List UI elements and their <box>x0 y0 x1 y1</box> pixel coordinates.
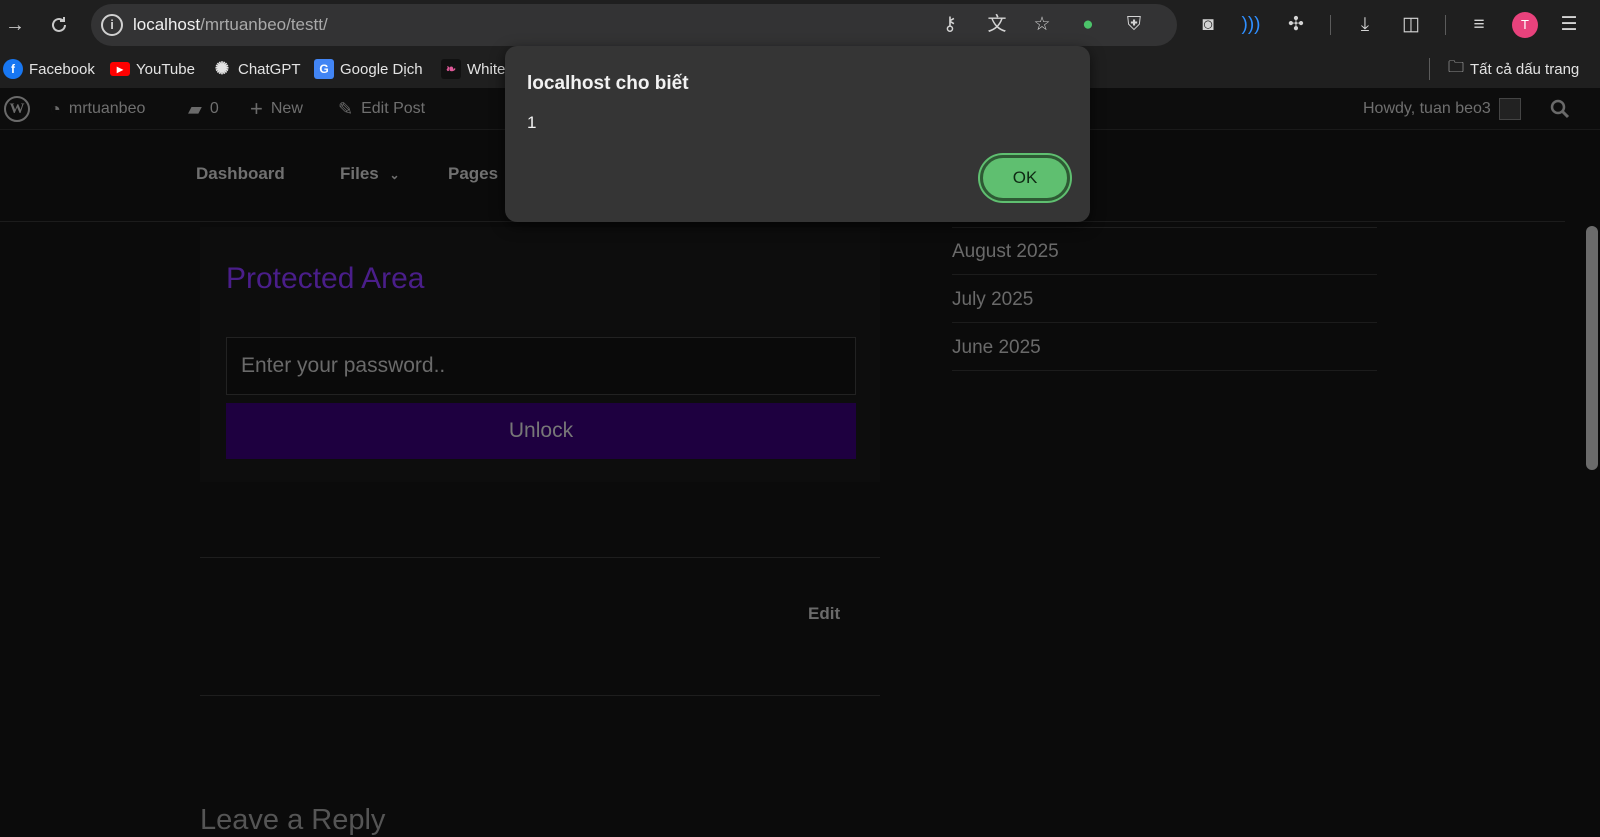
password-input[interactable] <box>226 337 856 395</box>
wp-logo-menu[interactable]: W <box>4 88 30 130</box>
unlock-button[interactable]: Unlock <box>226 403 856 459</box>
site-name-label: mrtuanbeo <box>68 100 146 117</box>
edit-post-link[interactable]: ✎ Edit Post <box>338 88 425 130</box>
dialog-message: 1 <box>527 113 537 132</box>
bookmark-google-dich[interactable]: G Google Dịch <box>314 56 423 82</box>
reload-icon[interactable] <box>44 10 74 40</box>
page-content: Protected Area Unlock Edit Leave a Reply… <box>0 222 1565 836</box>
bookmark-white[interactable]: ❧ White <box>441 56 505 82</box>
dashboard-gauge-icon: ◔ <box>50 98 61 119</box>
downloads-icon[interactable]: ⤓ <box>1352 12 1378 38</box>
divider <box>200 557 880 558</box>
toolbar-divider <box>1330 15 1331 35</box>
url-path: /mrtuanbeo/testt/ <box>200 15 328 34</box>
nav-item-dashboard[interactable]: Dashboard <box>196 164 285 184</box>
bookmark-star-icon[interactable]: ☆ <box>1029 13 1055 37</box>
wordpress-logo-icon: W <box>4 96 30 122</box>
reading-list-icon[interactable]: ≡ <box>1466 12 1492 38</box>
white-rabbit-icon: ❧ <box>441 59 461 79</box>
page-scrollbar[interactable] <box>1584 222 1600 827</box>
toolbar-divider <box>1445 15 1446 35</box>
scrollbar-thumb[interactable] <box>1586 226 1598 470</box>
all-bookmarks-label: Tất cả dấu trang <box>1470 60 1580 78</box>
wifi-extension-icon[interactable]: ))) <box>1238 12 1264 38</box>
protected-area-box: Protected Area Unlock <box>200 227 880 482</box>
chevron-down-icon: ⌄ <box>389 168 400 182</box>
facebook-icon: f <box>3 59 23 79</box>
translate-icon[interactable]: 文 <box>984 13 1010 37</box>
user-avatar <box>1498 98 1521 120</box>
dialog-title: localhost cho biết <box>527 73 689 94</box>
bookmark-label: ChatGPT <box>238 60 301 78</box>
nav-item-files[interactable]: Files ⌄ <box>340 164 400 184</box>
camera-extension-icon[interactable]: ◙ <box>1195 12 1221 38</box>
chatgpt-icon: ✺ <box>214 59 230 78</box>
comment-bubble-icon: ▰ <box>188 98 202 119</box>
nav-item-pages[interactable]: Pages <box>448 164 498 184</box>
bookmark-label: Facebook <box>29 60 95 78</box>
archive-link-august-2025[interactable]: August 2025 <box>952 228 1377 275</box>
google-translate-icon: G <box>314 59 334 79</box>
youtube-icon: ▶ <box>110 62 130 76</box>
howdy-label: Howdy, tuan beo3 <box>1363 100 1491 117</box>
archive-link-june-2025[interactable]: June 2025 <box>952 324 1377 371</box>
nav-item-files-label: Files <box>340 164 379 183</box>
password-key-icon[interactable]: ⚷ <box>937 13 963 37</box>
url-text[interactable]: localhost/mrtuanbeo/testt/ <box>133 15 328 35</box>
url-host: localhost <box>133 15 201 34</box>
bookmarks-divider <box>1429 58 1430 80</box>
bookmark-label: White <box>467 60 506 78</box>
ok-button[interactable]: OK <box>980 155 1070 201</box>
shield-extension-icon[interactable]: ⛨ <box>1121 13 1147 37</box>
comments-count: 0 <box>209 100 219 117</box>
extensions-puzzle-icon[interactable]: ✣ <box>1283 12 1309 38</box>
dark-reader-moon-icon[interactable]: ● <box>1075 13 1101 37</box>
bookmark-chatgpt[interactable]: ✺ ChatGPT <box>212 56 301 82</box>
account-menu[interactable]: Howdy, tuan beo3 <box>1363 88 1521 130</box>
plus-icon: + <box>250 96 263 121</box>
archive-link-july-2025[interactable]: July 2025 <box>952 276 1377 323</box>
browser-toolbar: → i localhost/mrtuanbeo/testt/ ⚷ 文 ☆ ● ⛨… <box>0 0 1600 50</box>
new-label: New <box>270 100 303 117</box>
leave-reply-heading: Leave a Reply <box>200 804 386 836</box>
back-arrow-icon[interactable]: → <box>0 10 30 40</box>
divider <box>200 695 880 696</box>
profile-avatar[interactable]: T <box>1512 12 1538 38</box>
new-content-menu[interactable]: + New <box>250 88 303 130</box>
site-info-icon[interactable]: i <box>101 14 123 36</box>
side-panel-icon[interactable]: ◫ <box>1398 12 1424 38</box>
bookmark-youtube[interactable]: ▶ YouTube <box>110 56 195 82</box>
edit-link[interactable]: Edit <box>808 604 840 624</box>
bookmark-label: YouTube <box>136 60 195 78</box>
site-name-menu[interactable]: ◔ mrtuanbeo <box>50 88 145 130</box>
bookmark-label: Google Dịch <box>340 60 423 78</box>
protected-area-title: Protected Area <box>226 262 425 295</box>
address-bar[interactable]: i localhost/mrtuanbeo/testt/ ⚷ 文 ☆ ● ⛨ <box>91 4 1177 46</box>
edit-post-label: Edit Post <box>361 100 426 117</box>
all-bookmarks-button[interactable]: 🗀 Tất cả dấu trang <box>1448 56 1579 82</box>
alert-dialog: localhost cho biết 1 OK <box>505 46 1090 222</box>
pencil-icon: ✎ <box>338 98 354 119</box>
menu-icon[interactable]: ☰ <box>1556 12 1582 38</box>
folder-icon: 🗀 <box>1448 58 1465 76</box>
bookmark-facebook[interactable]: f Facebook <box>3 56 95 82</box>
search-icon <box>1550 99 1570 119</box>
admin-search-button[interactable] <box>1550 88 1570 130</box>
comments-menu[interactable]: ▰ 0 <box>188 88 219 130</box>
